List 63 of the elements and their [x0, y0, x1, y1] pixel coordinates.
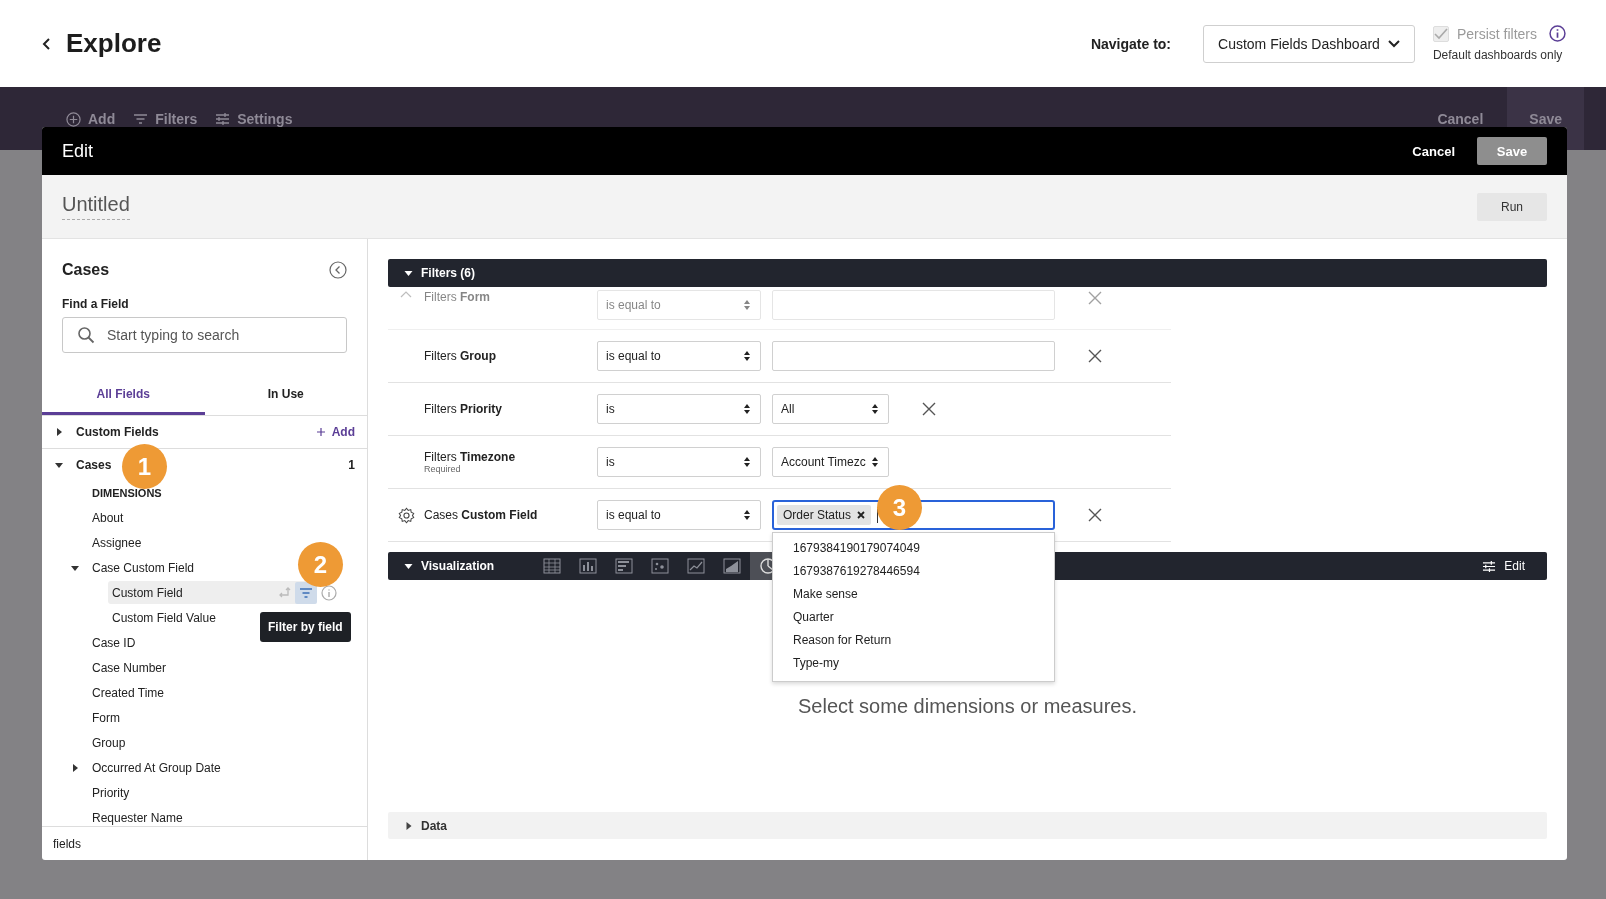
filter-label: Filters Group: [424, 349, 497, 363]
filter-label: Filters Priority: [424, 402, 503, 416]
add-link[interactable]: Add: [316, 425, 355, 439]
cancel-link[interactable]: Cancel: [1437, 111, 1484, 127]
dropdown-option[interactable]: Quarter: [773, 606, 1054, 629]
dropdown-option[interactable]: 1679384190179074049: [773, 537, 1054, 560]
dashboard-select[interactable]: Custom Fields Dashboard: [1203, 24, 1415, 63]
filter-label: Filters Form: [424, 290, 491, 304]
field-name[interactable]: Case Custom Field: [92, 560, 195, 575]
field-name[interactable]: Requester Name: [92, 810, 183, 825]
field-name[interactable]: Priority: [92, 785, 130, 800]
field-name[interactable]: Assignee: [92, 535, 142, 550]
edit-button[interactable]: Edit: [1482, 559, 1525, 573]
empty-message: Select some dimensions or measures.: [796, 695, 1138, 718]
operator-select[interactable]: is: [597, 394, 761, 424]
search-label: Find a Field: [62, 297, 130, 311]
field-name[interactable]: Cases: [76, 457, 112, 472]
dropdown-option[interactable]: Type-my: [773, 652, 1054, 675]
panel-title: Cases: [62, 261, 110, 279]
field-name[interactable]: About: [92, 510, 124, 525]
field-name[interactable]: Custom Field Value: [112, 610, 216, 625]
operator-select[interactable]: is equal to: [597, 500, 761, 530]
run-button[interactable]: Run: [1477, 192, 1547, 221]
field-name[interactable]: Created Time: [92, 685, 165, 700]
navigate-label: Navigate to:: [1090, 35, 1171, 52]
operator-select[interactable]: is equal to: [597, 290, 761, 320]
filter-label: Cases Custom Field: [424, 508, 539, 522]
footer-text: fields: [53, 836, 81, 851]
section-heading: DIMENSIONS: [92, 486, 162, 499]
dropdown-option[interactable]: 1679387619278446594: [773, 560, 1054, 583]
toolbar-button[interactable]: Add: [66, 111, 116, 127]
field-name[interactable]: Custom Field: [112, 585, 183, 600]
data-section-bar[interactable]: Data: [388, 812, 1547, 839]
dropdown-option[interactable]: Reason for Return: [773, 629, 1054, 652]
tab[interactable]: All Fields: [42, 375, 205, 415]
field-name[interactable]: Occurred At Group Date: [92, 760, 221, 775]
field-name[interactable]: Group: [92, 735, 126, 750]
page-title: Explore: [66, 28, 162, 59]
persist-note: Default dashboards only: [1432, 48, 1564, 62]
required-note: Required: [424, 464, 462, 474]
toolbar-button[interactable]: Settings: [215, 111, 293, 127]
search-field[interactable]: Start typing to search: [62, 317, 347, 353]
cancel-link[interactable]: Cancel: [1412, 143, 1455, 159]
operator-select[interactable]: is: [597, 447, 761, 477]
dialog-title: Edit: [62, 140, 94, 162]
toolbar-button[interactable]: Filters: [133, 111, 198, 127]
field-count: 1: [348, 457, 355, 472]
tag-chip[interactable]: Order Status: [777, 505, 872, 525]
filters-header[interactable]: Filters (6): [388, 259, 1547, 287]
dropdown-option[interactable]: Make sense: [773, 583, 1054, 606]
value-select[interactable]: Account Timezc: [772, 447, 889, 477]
tab[interactable]: In Use: [204, 375, 367, 415]
field-name[interactable]: Case Number: [92, 660, 167, 675]
persist-label: Persist filters: [1456, 25, 1537, 42]
filter-label: Filters Timezone: [424, 450, 517, 464]
field-name[interactable]: Case ID: [92, 635, 136, 650]
field-name[interactable]: Custom Fields: [76, 425, 159, 439]
value-select[interactable]: All: [772, 394, 889, 424]
tooltip: Filter by field: [260, 612, 351, 642]
operator-select[interactable]: is equal to: [597, 341, 761, 371]
field-name[interactable]: Form: [92, 710, 120, 725]
section-title: Visualization: [421, 559, 495, 573]
report-name[interactable]: Untitled: [62, 193, 130, 220]
